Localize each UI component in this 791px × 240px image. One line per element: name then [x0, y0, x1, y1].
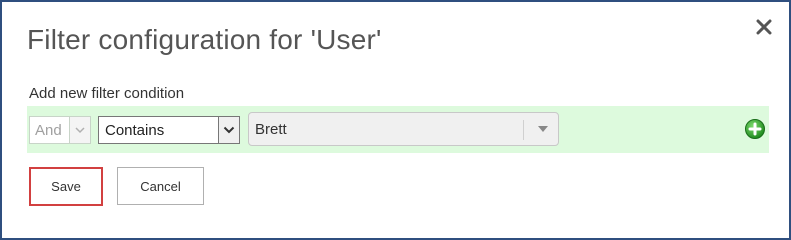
chevron-down-icon: [69, 117, 90, 143]
plus-circle-icon[interactable]: [744, 118, 766, 140]
add-filter-condition-label: Add new filter condition: [29, 85, 185, 102]
dialog-title: Filter configuration for 'User': [27, 24, 382, 55]
conjunction-select: And: [29, 116, 91, 144]
chevron-down-icon[interactable]: [218, 117, 239, 143]
value-text: Brett: [255, 121, 287, 138]
filter-configuration-dialog: Filter configuration for 'User' Add new …: [0, 0, 791, 240]
operator-select[interactable]: Contains: [98, 116, 240, 144]
value-combobox[interactable]: Brett: [248, 112, 559, 146]
caret-down-icon[interactable]: [538, 126, 548, 132]
combobox-separator: [523, 120, 524, 140]
close-icon[interactable]: [753, 16, 775, 38]
save-button[interactable]: Save: [29, 167, 103, 206]
cancel-button[interactable]: Cancel: [117, 167, 204, 205]
operator-value: Contains: [105, 122, 165, 139]
filter-condition-row: And Contains Brett: [27, 106, 769, 153]
conjunction-value: And: [35, 122, 62, 139]
